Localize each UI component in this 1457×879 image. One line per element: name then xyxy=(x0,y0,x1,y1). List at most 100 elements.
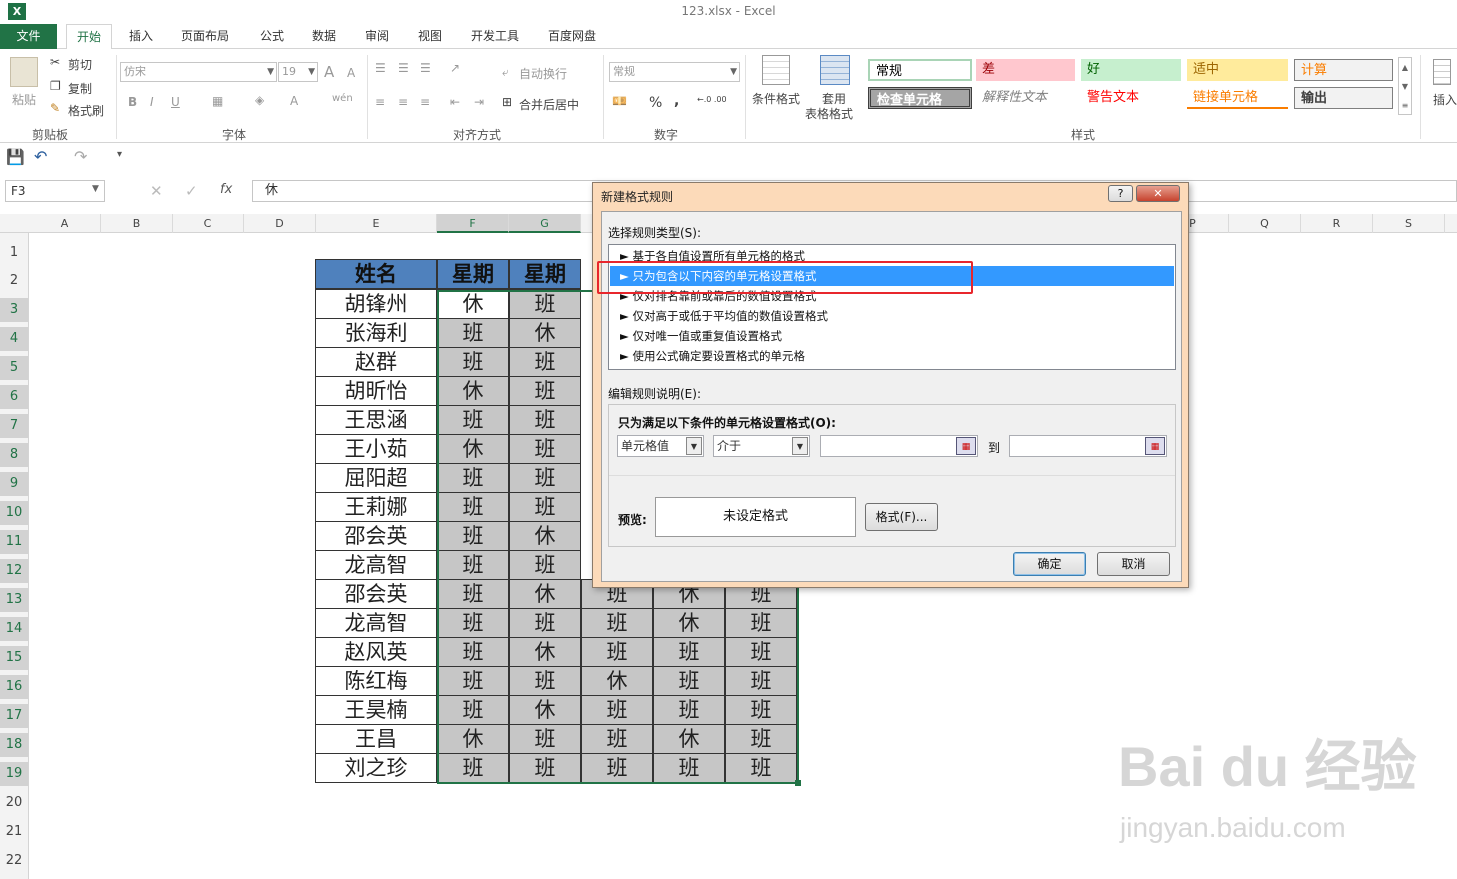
schedule-cell[interactable]: 班 xyxy=(509,550,581,580)
close-button[interactable]: ✕ xyxy=(1136,185,1180,202)
shrink-font-button[interactable]: A xyxy=(347,66,355,80)
schedule-cell[interactable]: 休 xyxy=(509,695,581,725)
row-header[interactable]: 2 xyxy=(0,269,28,293)
schedule-cell[interactable]: 休 xyxy=(509,637,581,667)
align-right-icon[interactable]: ≡ xyxy=(420,95,430,109)
value-from-input[interactable]: ▦ xyxy=(820,435,978,457)
increase-decimal-button[interactable]: ←.0 .00 xyxy=(697,95,727,104)
schedule-cell[interactable]: 班 xyxy=(509,289,581,319)
name-cell[interactable]: 王昌 xyxy=(315,724,437,754)
row-header[interactable]: 10 xyxy=(0,501,28,525)
schedule-cell[interactable]: 班 xyxy=(437,666,509,696)
currency-icon[interactable]: 💴 xyxy=(612,94,627,108)
range-picker-icon[interactable]: ▦ xyxy=(1145,437,1165,455)
rule-type-item[interactable]: ► 仅对高于或低于平均值的数值设置格式 xyxy=(610,306,1174,326)
name-cell[interactable]: 赵群 xyxy=(315,347,437,377)
font-name-combo[interactable]: 仿宋 ▼ xyxy=(120,62,277,82)
schedule-cell[interactable]: 休 xyxy=(437,724,509,754)
orientation-icon[interactable]: ↗ xyxy=(450,61,460,75)
schedule-cell[interactable]: 班 xyxy=(581,637,653,667)
percent-button[interactable]: % xyxy=(649,95,662,111)
phonetic-button[interactable]: wén xyxy=(332,93,353,104)
schedule-cell[interactable]: 班 xyxy=(725,608,797,638)
name-cell[interactable]: 王莉娜 xyxy=(315,492,437,522)
align-center-icon[interactable]: ≡ xyxy=(398,95,408,109)
bold-button[interactable]: B xyxy=(128,95,137,109)
schedule-cell[interactable]: 班 xyxy=(437,492,509,522)
column-header[interactable]: S xyxy=(1373,214,1445,233)
schedule-cell[interactable]: 班 xyxy=(509,405,581,435)
format-button[interactable]: 格式(F)... xyxy=(865,503,938,531)
comma-button[interactable]: , xyxy=(674,93,679,109)
font-color-button[interactable]: A xyxy=(290,94,298,108)
wrap-text-icon[interactable]: ⤶ xyxy=(502,65,509,80)
row-header[interactable]: 15 xyxy=(0,646,28,670)
schedule-cell[interactable]: 班 xyxy=(509,376,581,406)
column-header[interactable]: R xyxy=(1301,214,1373,233)
tab-developer[interactable]: 开发工具 xyxy=(471,24,519,49)
grow-font-button[interactable]: A xyxy=(324,63,334,81)
row-header[interactable]: 8 xyxy=(0,443,28,467)
paste-button[interactable]: 粘贴 xyxy=(12,91,36,108)
schedule-cell[interactable]: 班 xyxy=(653,695,725,725)
chevron-down-icon[interactable]: ▼ xyxy=(92,184,99,194)
align-top-icon[interactable]: ☰ xyxy=(375,61,386,75)
schedule-cell[interactable]: 休 xyxy=(653,608,725,638)
schedule-cell[interactable]: 休 xyxy=(437,289,509,319)
row-header[interactable]: 13 xyxy=(0,588,28,612)
row-header[interactable]: 3 xyxy=(0,298,28,322)
schedule-cell[interactable]: 班 xyxy=(653,753,725,783)
schedule-cell[interactable]: 班 xyxy=(437,579,509,609)
name-cell[interactable]: 王小茹 xyxy=(315,434,437,464)
schedule-cell[interactable]: 班 xyxy=(437,463,509,493)
font-size-combo[interactable]: 19 ▼ xyxy=(278,62,318,82)
cell-value-select[interactable]: 单元格值 ▼ xyxy=(617,435,704,457)
style-swatch[interactable]: 好 xyxy=(1081,59,1181,81)
table-format-icon[interactable] xyxy=(820,55,850,85)
name-cell[interactable]: 刘之珍 xyxy=(315,753,437,783)
schedule-cell[interactable]: 班 xyxy=(437,550,509,580)
align-middle-icon[interactable]: ☰ xyxy=(398,61,409,75)
ok-button[interactable]: 确定 xyxy=(1013,552,1086,576)
column-header[interactable]: B xyxy=(101,214,173,233)
schedule-cell[interactable]: 班 xyxy=(437,521,509,551)
schedule-cell[interactable]: 班 xyxy=(509,753,581,783)
column-header[interactable]: G xyxy=(509,214,581,233)
row-header[interactable]: 14 xyxy=(0,617,28,641)
schedule-cell[interactable]: 班 xyxy=(437,318,509,348)
tab-view[interactable]: 视图 xyxy=(418,24,442,49)
schedule-cell[interactable]: 班 xyxy=(581,608,653,638)
decrease-indent-icon[interactable]: ⇤ xyxy=(450,95,460,109)
style-swatch[interactable]: 链接单元格 xyxy=(1187,87,1288,109)
column-header[interactable]: A xyxy=(29,214,101,233)
row-header[interactable]: 1 xyxy=(0,241,28,265)
insert-cells-icon[interactable] xyxy=(1433,59,1451,85)
schedule-cell[interactable]: 班 xyxy=(581,753,653,783)
row-header[interactable]: 9 xyxy=(0,472,28,496)
name-cell[interactable]: 邵会英 xyxy=(315,579,437,609)
table-header-cell[interactable]: 星期 xyxy=(509,259,581,289)
column-header[interactable]: C xyxy=(172,214,244,233)
undo-icon[interactable]: ↶ xyxy=(34,147,47,166)
range-picker-icon[interactable]: ▦ xyxy=(956,437,976,455)
column-header[interactable]: Q xyxy=(1229,214,1301,233)
conditional-format-icon[interactable] xyxy=(762,55,790,85)
schedule-cell[interactable]: 班 xyxy=(725,637,797,667)
redo-icon[interactable]: ↷ xyxy=(74,147,87,166)
insert-function-button[interactable]: fx xyxy=(220,182,232,197)
table-header-cell[interactable]: 姓名 xyxy=(315,259,437,289)
name-cell[interactable]: 胡昕怡 xyxy=(315,376,437,406)
help-button[interactable]: ? xyxy=(1108,185,1133,202)
schedule-cell[interactable]: 休 xyxy=(581,666,653,696)
insert-cells-button[interactable]: 插入 xyxy=(1433,91,1457,108)
row-header[interactable]: 11 xyxy=(0,530,28,554)
name-cell[interactable]: 王昊楠 xyxy=(315,695,437,725)
name-cell[interactable]: 胡锋州 xyxy=(315,289,437,319)
tab-baidu-netdisk[interactable]: 百度网盘 xyxy=(548,24,596,49)
merge-icon[interactable]: ⊞ xyxy=(502,95,512,109)
copy-icon[interactable]: ❐ xyxy=(50,79,61,93)
name-cell[interactable]: 陈红梅 xyxy=(315,666,437,696)
customize-qat-icon[interactable]: ▾ xyxy=(117,149,122,160)
name-cell[interactable]: 龙高智 xyxy=(315,608,437,638)
table-format-label-2[interactable]: 表格格式 xyxy=(805,105,853,122)
